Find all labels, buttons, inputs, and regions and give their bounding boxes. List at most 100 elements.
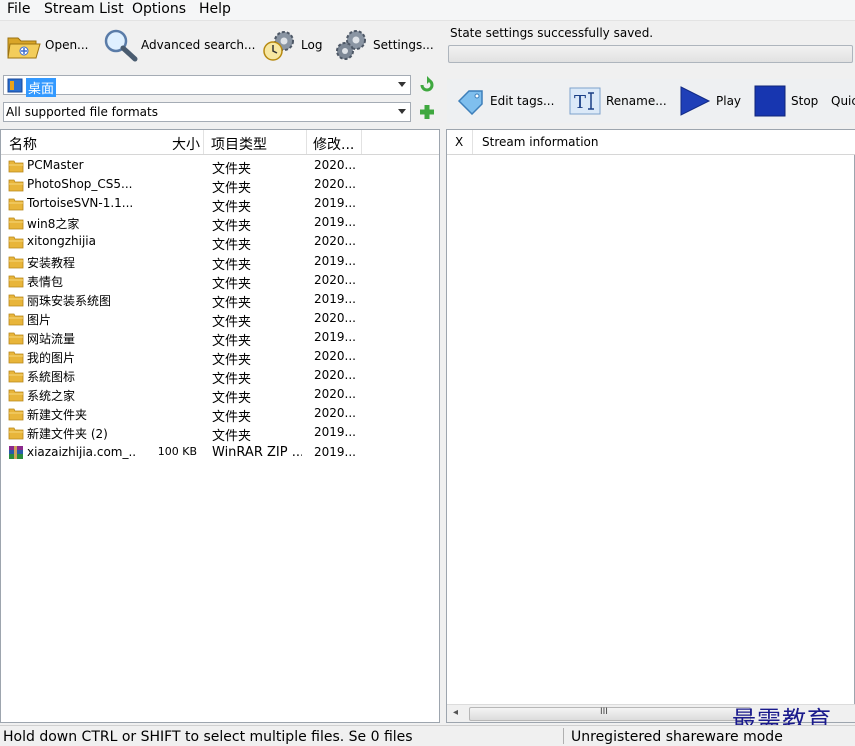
scroll-left-arrow-icon[interactable]: ◂ [453,707,458,718]
stream-list[interactable]: X Stream information ◂ III [446,129,855,723]
menu-file[interactable]: File [7,1,30,17]
main-toolbar: Open... Advanced search... Log Settings.… [0,21,442,69]
file-format-filter[interactable]: All supported file formats [3,102,411,122]
path-combo[interactable]: 桌面 [3,75,411,97]
folder-icon [8,389,24,402]
file-row[interactable]: 丽珠安装系统图 文件夹 2019... [1,290,439,311]
chevron-down-icon[interactable] [398,82,406,87]
column-x[interactable]: X [455,135,463,149]
settings-button[interactable]: Settings... [334,25,434,65]
file-date: 2020... [314,177,356,192]
file-name: 表情包 [27,274,64,289]
folder-icon [8,179,24,192]
file-name: 安装教程 [27,255,76,270]
file-name: PCMaster [27,158,84,172]
gears-icon [336,30,366,60]
file-date: 2020... [314,234,356,249]
text-cursor-icon: T [569,87,601,115]
file-date: 2019... [314,329,356,344]
file-row[interactable]: PCMaster 文件夹 2020... [1,156,439,177]
menu-stream-list[interactable]: Stream List [44,1,124,17]
file-date: 2020... [314,368,356,383]
add-icon[interactable] [418,103,436,121]
folder-icon [8,275,24,287]
file-row[interactable]: 图片 文件夹 2020... [1,309,439,330]
file-date: 2019... [314,291,356,306]
file-row[interactable]: 网站流量 文件夹 2019... [1,328,439,349]
menu-options[interactable]: Options [132,1,186,17]
file-row[interactable]: 我的图片 文件夹 2020... [1,347,439,368]
column-name[interactable]: 名称 [9,134,37,154]
refresh-icon[interactable] [418,76,436,94]
file-date: 2019... [314,253,356,268]
file-name: 新建文件夹 (2) [27,427,108,442]
folder-icon [8,198,24,211]
file-date: 2019... [314,425,356,440]
magnifier-icon [104,29,138,62]
advanced-search-label: Advanced search... [141,38,256,52]
file-list[interactable]: 名称 大小 项目类型 修改... PCMaster 文件夹 2020... Photo… [0,129,440,723]
stream-toolbar: Edit tags... T Rename... Play Stop Quic [447,79,855,123]
file-row[interactable]: xiazaizhijia.com_... 100 KB WinRAR ZIP ...… [1,443,439,462]
file-date: 2019... [314,444,356,459]
file-name: win8之家 [27,217,80,232]
stop-label: Stop [791,94,819,108]
svg-text:T: T [574,92,586,113]
rename-button[interactable]: T Rename... [569,81,667,121]
folder-icon [8,408,24,421]
file-row[interactable]: xitongzhijia 文件夹 2020... [1,232,439,253]
open-folder-icon [7,37,41,59]
folder-icon [8,294,24,307]
edit-tags-label: Edit tags... [490,94,555,108]
stop-button[interactable]: Stop [754,81,818,121]
file-name: 系统之家 [27,389,76,404]
file-row[interactable]: 系统之家 文件夹 2020... [1,385,439,406]
column-size[interactable]: 大小 [172,134,200,154]
file-row[interactable]: 新建文件夹 (2) 文件夹 2019... [1,423,439,444]
file-date: 2020... [314,387,356,402]
open-button[interactable]: Open... [6,25,89,65]
file-name: 系統图标 [27,370,76,385]
license-mode: Unregistered shareware mode [571,729,783,745]
file-row[interactable]: PhotoShop_CS5... 文件夹 2020... [1,175,439,196]
file-date: 2020... [314,272,356,287]
settings-button-label: Settings... [373,38,434,52]
menu-help[interactable]: Help [199,1,231,17]
status-bar: Hold down CTRL or SHIFT to select multip… [0,725,855,746]
file-row[interactable]: 表情包 文件夹 2020... [1,271,439,292]
log-button[interactable]: Log [262,25,322,65]
menu-bar: File Stream List Options Help [0,0,855,21]
advanced-search-button[interactable]: Advanced search... [102,25,255,65]
file-date: 2019... [314,196,356,211]
play-label: Play [716,94,742,108]
file-row[interactable]: 安装教程 文件夹 2019... [1,252,439,273]
file-row[interactable]: win8之家 文件夹 2019... [1,213,439,234]
file-row[interactable]: 新建文件夹 文件夹 2020... [1,404,439,425]
file-type: WinRAR ZIP ... [212,444,302,460]
edit-tags-button[interactable]: Edit tags... [457,81,554,121]
status-hint: Hold down CTRL or SHIFT to select multip… [3,729,413,745]
file-size: 100 KB [157,444,197,458]
folder-icon [8,351,24,364]
log-button-label: Log [301,38,323,52]
folder-icon [8,160,24,173]
column-stream-information[interactable]: Stream information [482,135,599,149]
file-name: xitongzhijia [27,234,96,249]
play-button[interactable]: Play [679,81,741,121]
file-row[interactable]: TortoiseSVN-1.1... 文件夹 2019... [1,194,439,215]
column-type[interactable]: 项目类型 [211,134,267,154]
file-row[interactable]: 系統图标 文件夹 2020... [1,366,439,387]
gear-clock-icon [263,31,294,61]
folder-icon [8,256,24,268]
file-name: xiazaizhijia.com_... [27,444,137,459]
chevron-down-icon[interactable] [398,109,406,114]
file-name: 网站流量 [27,331,76,346]
file-date: 2020... [314,349,356,363]
quick-button[interactable]: Quic [831,94,855,108]
stream-list-header: X Stream information [447,130,855,155]
open-button-label: Open... [45,38,89,52]
file-date: 2020... [314,158,356,172]
scrollbar-thumb[interactable]: III [469,707,751,721]
column-modified[interactable]: 修改... [313,134,354,154]
play-icon [680,86,711,116]
